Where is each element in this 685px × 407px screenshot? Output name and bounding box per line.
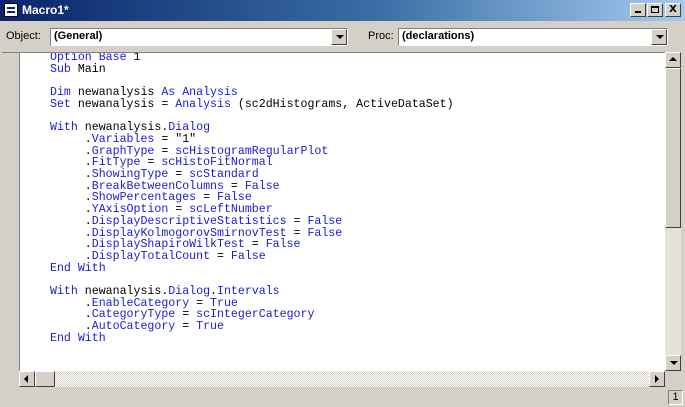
code-keyword: DisplayTotalCount <box>91 249 211 263</box>
code-keyword: True <box>196 320 224 334</box>
object-dropdown-button[interactable] <box>331 29 347 45</box>
code-keyword: Sub <box>50 62 71 76</box>
document-icon[interactable] <box>4 3 18 17</box>
arrow-left-icon <box>24 375 28 383</box>
maximize-icon <box>651 6 659 13</box>
code-token: (sc2dHistograms, ActiveDataSet) <box>230 97 454 111</box>
code-line[interactable]: End With <box>50 331 454 345</box>
code-line[interactable]: .AutoCategory = True <box>50 321 454 333</box>
arrow-up-icon <box>669 57 677 61</box>
horizontal-scrollbar[interactable] <box>19 371 665 387</box>
macro-editor-window: Macro1* X Object: (General) Proc: (decla… <box>0 0 685 407</box>
code-token: = <box>210 249 231 263</box>
scroll-up-button[interactable] <box>665 52 681 68</box>
horizontal-scroll-thumb[interactable] <box>35 371 55 387</box>
title-bar[interactable]: Macro1* X <box>0 0 685 21</box>
arrow-down-icon <box>670 361 678 365</box>
code-line[interactable]: Sub Main <box>50 62 454 76</box>
object-dropdown[interactable]: (General) <box>50 28 348 46</box>
close-button[interactable]: X <box>665 3 681 17</box>
code-line[interactable]: End With <box>50 261 454 275</box>
arrow-right-icon <box>655 375 659 383</box>
code-keyword: False <box>230 249 266 263</box>
minimize-icon <box>635 11 641 13</box>
vertical-scroll-thumb[interactable] <box>665 68 681 228</box>
code-keyword: Analysis <box>175 97 231 111</box>
window-title: Macro1* <box>22 3 69 17</box>
minimize-button[interactable] <box>630 3 646 17</box>
code-line[interactable]: .DisplayTotalCount = False <box>50 251 454 263</box>
proc-dropdown-button[interactable] <box>651 29 667 45</box>
code-line[interactable]: Option Base 1 <box>50 52 454 64</box>
vertical-scrollbar[interactable] <box>665 52 681 371</box>
scroll-right-button[interactable] <box>649 371 665 387</box>
code-token: newanalysis = <box>70 97 176 111</box>
object-label: Object: <box>6 30 41 42</box>
horizontal-scroll-track[interactable] <box>55 371 649 387</box>
proc-dropdown-value: (declarations) <box>402 30 475 42</box>
scroll-down-button[interactable] <box>665 355 681 371</box>
chevron-down-icon <box>656 35 664 39</box>
code-keyword: End With <box>50 331 106 345</box>
code-keyword: False <box>265 238 301 252</box>
code-keyword: End With <box>50 261 106 275</box>
maximize-button[interactable] <box>647 3 663 17</box>
proc-dropdown[interactable]: (declarations) <box>398 28 668 46</box>
proc-label: Proc: <box>368 30 394 42</box>
code-token: Main <box>70 62 106 76</box>
code-keyword: False <box>307 226 343 240</box>
code-keyword: Set <box>50 97 71 111</box>
code-token: = <box>175 320 197 334</box>
chevron-down-icon <box>336 35 344 39</box>
object-dropdown-value: (General) <box>54 30 103 42</box>
scrollbar-corner <box>665 371 681 387</box>
code-token: 1 <box>126 52 141 64</box>
scroll-left-button[interactable] <box>19 371 35 387</box>
code-editor[interactable]: Option Base 1 Sub Main Dim newanalysis As … <box>19 52 666 372</box>
code-text[interactable]: Option Base 1 Sub Main Dim newanalysis As … <box>50 52 454 345</box>
status-bar <box>0 388 685 407</box>
status-page-indicator: 1 <box>668 390 683 405</box>
editor-margin[interactable] <box>2 52 19 371</box>
code-line[interactable]: Set newanalysis = Analysis (sc2dHistogra… <box>50 97 454 111</box>
